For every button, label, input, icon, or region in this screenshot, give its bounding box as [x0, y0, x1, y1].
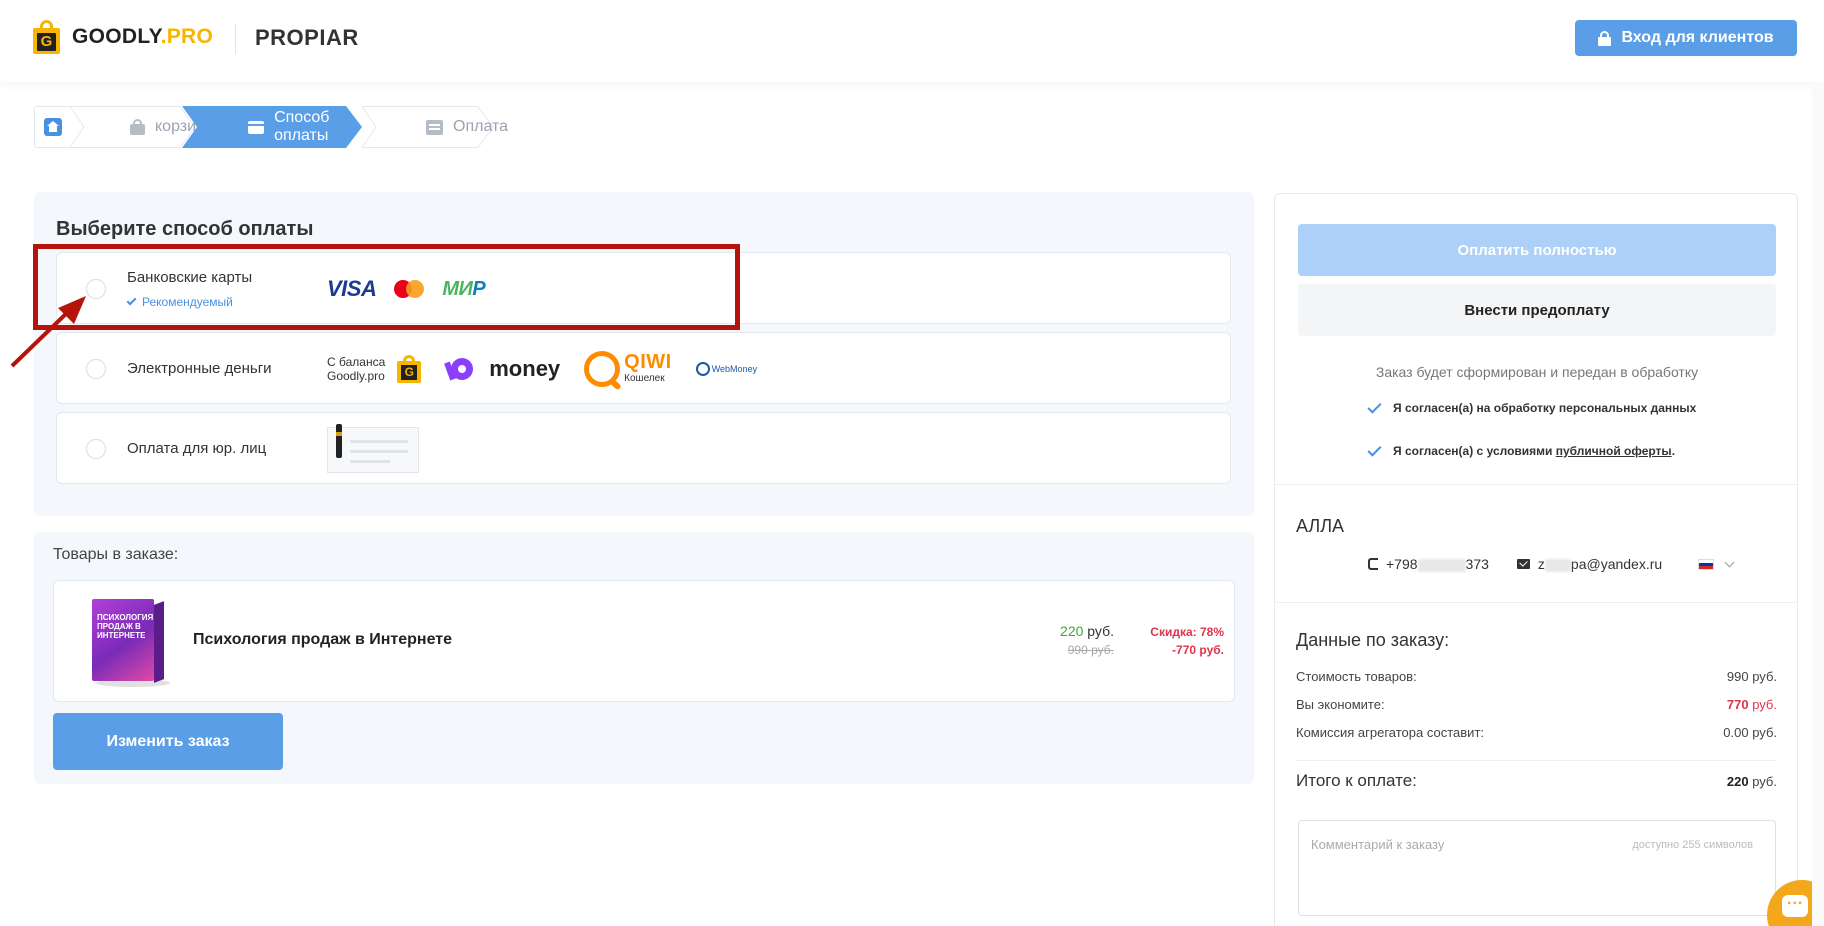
bank-cards-label: Банковские карты [127, 269, 253, 286]
summary-goods-cost: Стоимость товаров: 990 руб. [1296, 669, 1777, 684]
cash-register-icon [426, 119, 443, 135]
product-discount: Скидка: 78% -770 руб. [1150, 625, 1224, 657]
comment-char-limit: доступно 255 символов [1632, 839, 1753, 851]
order-comment-textarea[interactable]: Комментарий к заказу доступно 255 символ… [1298, 820, 1776, 916]
goodly-balance-text: С баланса Goodly.pro [327, 355, 386, 383]
payment-option-e-money[interactable]: Электронные деньги С баланса Goodly.pro … [56, 332, 1231, 404]
divider [1275, 484, 1797, 485]
shopping-bag-logo-icon: G [33, 20, 60, 54]
card-logos: VISA МИР [327, 253, 486, 325]
breadcrumb-step-payment-method[interactable]: Способ оплаты [182, 106, 376, 148]
check-icon [1367, 398, 1382, 414]
logo-text: GOODLY.PRO [72, 25, 214, 48]
client-name: АЛЛА [1296, 516, 1345, 536]
product-name: Психология продаж в Интернете [193, 631, 452, 648]
visa-logo-icon: VISA [327, 276, 377, 301]
mail-icon [1516, 559, 1530, 569]
divider [1296, 760, 1777, 761]
e-money-radio[interactable] [86, 359, 106, 379]
webmoney-logo: WebMoney [695, 362, 757, 376]
legal-entity-label: Оплата для юр. лиц [127, 440, 267, 457]
checkout-breadcrumb: корзина Способ оплаты Оплата [34, 106, 508, 148]
e-money-label: Электронные деньги [127, 360, 272, 377]
change-order-button[interactable]: Изменить заказ [53, 713, 283, 770]
public-offer-link[interactable]: публичной оферты [1556, 444, 1672, 458]
order-item: ПСИХОЛОГИЯ ПРОДАЖ В ИНТЕРНЕТЕ Психология… [53, 580, 1235, 702]
invoice-pen-icon [327, 424, 419, 473]
prepay-button[interactable]: Внести предоплату [1298, 284, 1776, 336]
goodly-bag-icon: G [397, 355, 422, 383]
page-scrollbar[interactable] [1812, 82, 1824, 926]
lock-icon [1598, 31, 1612, 46]
payment-method-section: Выберите способ оплаты Банковские карты … [34, 192, 1254, 516]
shop-brand-name: PROPIAR [255, 25, 359, 50]
e-money-logos: С баланса Goodly.pro G money QIWI Кошелек… [327, 333, 757, 405]
agree-personal-data[interactable]: Я согласен(а) на обработку персональных … [1367, 398, 1696, 415]
divider [1275, 602, 1797, 603]
client-contacts: +798 373 z pa@yandex.ru [1368, 556, 1735, 572]
yoomoney-logo: money [444, 356, 560, 382]
bank-cards-radio[interactable] [86, 279, 106, 299]
product-old-price: 990 руб. [1067, 643, 1114, 657]
qiwi-icon [584, 351, 621, 387]
client-login-button[interactable]: Вход для клиентов [1575, 20, 1797, 56]
payment-method-title: Выберите способ оплаты [56, 218, 314, 240]
legal-entity-radio[interactable] [86, 439, 106, 459]
phone-icon [1368, 558, 1378, 570]
yoomoney-icon [444, 358, 481, 381]
summary-savings: Вы экономите: 770 руб. [1296, 697, 1777, 712]
summary-aggregator-fee: Комиссия агрегатора составит: 0.00 руб. [1296, 725, 1777, 740]
check-icon [1367, 441, 1382, 457]
header-divider [235, 24, 236, 54]
order-items-section: Товары в заказе: ПСИХОЛОГИЯ ПРОДАЖ В ИНТ… [34, 532, 1254, 784]
agree-public-offer[interactable]: Я согласен(а) с условиями публичной офер… [1367, 441, 1675, 458]
webmoney-globe-icon [695, 362, 710, 376]
breadcrumb-home[interactable] [34, 106, 70, 148]
payment-option-legal-entity[interactable]: Оплата для юр. лиц [56, 412, 1231, 484]
goodly-logo[interactable]: G GOODLY.PRO [33, 20, 213, 54]
russia-flag-icon[interactable] [1698, 558, 1715, 570]
qiwi-logo: QIWI Кошелек [584, 351, 672, 387]
product-cover-image: ПСИХОЛОГИЯ ПРОДАЖ В ИНТЕРНЕТЕ [92, 599, 170, 687]
order-processing-note: Заказ будет сформирован и передан в обра… [1375, 364, 1699, 380]
product-price: 220 руб. 990 руб. [1014, 623, 1114, 657]
order-summary-title: Данные по заказу: [1296, 630, 1450, 650]
pay-full-button[interactable]: Оплатить полностью [1298, 224, 1776, 276]
check-icon [126, 295, 137, 306]
order-items-title: Товары в заказе: [53, 546, 179, 563]
breadcrumb-step-payment[interactable]: Оплата [362, 106, 508, 148]
client-email: z pa@yandex.ru [1537, 556, 1663, 572]
client-phone: +798 373 [1386, 556, 1489, 572]
payment-option-bank-cards[interactable]: Банковские карты Рекомендуемый VISA МИР [56, 252, 1231, 324]
chevron-down-icon[interactable] [1724, 557, 1735, 567]
summary-total: Итого к оплате: 220 руб. [1296, 771, 1777, 790]
recommended-badge: Рекомендуемый [126, 295, 233, 309]
order-sidebar: Оплатить полностью Внести предоплату Зак… [1274, 193, 1798, 926]
mir-logo-icon: МИР [442, 277, 486, 300]
breadcrumb-step-cart[interactable]: корзина [70, 106, 214, 148]
mastercard-logo-icon [394, 280, 425, 298]
site-header: G GOODLY.PRO PROPIAR Вход для клиентов [0, 0, 1824, 82]
home-icon [43, 118, 62, 136]
bag-icon [130, 119, 145, 135]
wallet-icon [248, 120, 267, 134]
chat-icon [1782, 891, 1808, 917]
comment-placeholder: Комментарий к заказу [1311, 837, 1445, 852]
